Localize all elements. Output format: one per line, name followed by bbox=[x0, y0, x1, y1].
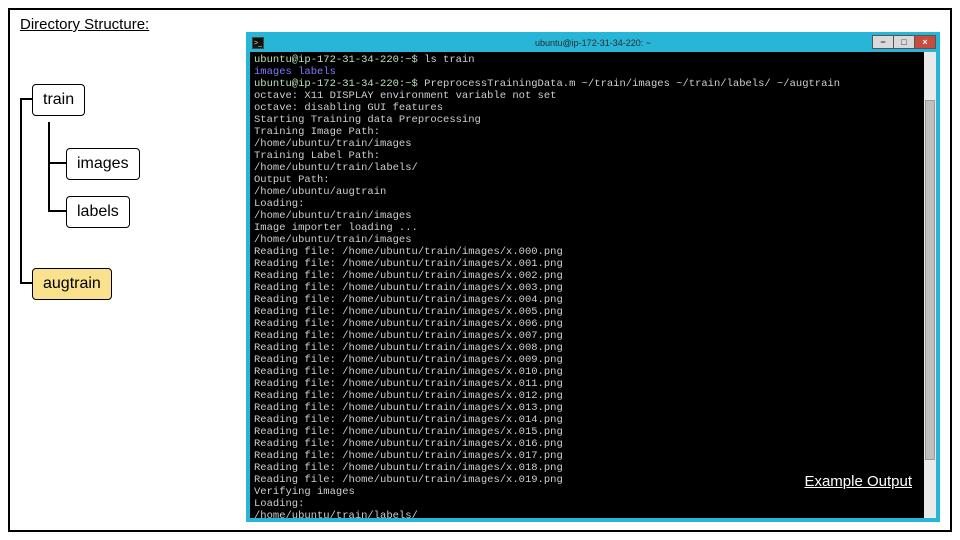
terminal-line: Reading file: /home/ubuntu/train/images/… bbox=[254, 378, 920, 390]
close-button[interactable]: × bbox=[914, 35, 936, 49]
diagram-frame: Directory Structure: train images labels… bbox=[8, 8, 952, 532]
terminal-line: Reading file: /home/ubuntu/train/images/… bbox=[254, 438, 920, 450]
terminal-line: Loading: bbox=[254, 498, 920, 510]
terminal-title: ubuntu@ip-172-31-34-220: ~ bbox=[248, 38, 938, 48]
tree-connector bbox=[48, 162, 66, 164]
terminal-line: Loading: bbox=[254, 198, 920, 210]
terminal-line: /home/ubuntu/train/labels/ bbox=[254, 510, 920, 518]
shell-prompt: ubuntu@ip-172-31-34-220:~$ bbox=[254, 54, 418, 66]
terminal-line: /home/ubuntu/train/labels/ bbox=[254, 162, 920, 174]
terminal-line: Reading file: /home/ubuntu/train/images/… bbox=[254, 354, 920, 366]
terminal-line: Reading file: /home/ubuntu/train/images/… bbox=[254, 342, 920, 354]
shell-command: PreprocessTrainingData.m ~/train/images … bbox=[424, 78, 840, 90]
terminal-line: /home/ubuntu/train/images bbox=[254, 210, 920, 222]
folder-node-labels: labels bbox=[66, 196, 130, 228]
terminal-line: /home/ubuntu/augtrain bbox=[254, 186, 920, 198]
maximize-button[interactable]: □ bbox=[893, 35, 915, 49]
terminal-line: Reading file: /home/ubuntu/train/images/… bbox=[254, 366, 920, 378]
terminal-line: Reading file: /home/ubuntu/train/images/… bbox=[254, 426, 920, 438]
folder-node-augtrain: augtrain bbox=[32, 268, 112, 300]
terminal-line: Reading file: /home/ubuntu/train/images/… bbox=[254, 330, 920, 342]
terminal-line: Output Path: bbox=[254, 174, 920, 186]
terminal-line: Reading file: /home/ubuntu/train/images/… bbox=[254, 294, 920, 306]
terminal-body[interactable]: ubuntu@ip-172-31-34-220:~$ ls train imag… bbox=[250, 52, 924, 518]
terminal-line: Image importer loading ... bbox=[254, 222, 920, 234]
folder-node-train: train bbox=[32, 84, 85, 116]
terminal-window: >_ ubuntu@ip-172-31-34-220: ~ − □ × ubun… bbox=[246, 32, 940, 522]
tree-connector bbox=[20, 98, 22, 284]
tree-connector bbox=[20, 98, 32, 100]
terminal-line: Reading file: /home/ubuntu/train/images/… bbox=[254, 390, 920, 402]
terminal-line: Reading file: /home/ubuntu/train/images/… bbox=[254, 450, 920, 462]
terminal-line: Training Label Path: bbox=[254, 150, 920, 162]
terminal-line: Reading file: /home/ubuntu/train/images/… bbox=[254, 414, 920, 426]
shell-command: ls train bbox=[424, 54, 474, 66]
terminal-line: Reading file: /home/ubuntu/train/images/… bbox=[254, 258, 920, 270]
terminal-line: Training Image Path: bbox=[254, 126, 920, 138]
terminal-line: Starting Training data Preprocessing bbox=[254, 114, 920, 126]
tree-connector bbox=[48, 210, 66, 212]
terminal-line: /home/ubuntu/train/images bbox=[254, 234, 920, 246]
folder-node-images: images bbox=[66, 148, 140, 180]
terminal-scrollbar[interactable] bbox=[924, 52, 936, 518]
terminal-line: ubuntu@ip-172-31-34-220:~$ PreprocessTra… bbox=[254, 78, 920, 90]
terminal-line: Reading file: /home/ubuntu/train/images/… bbox=[254, 246, 920, 258]
terminal-line: octave: X11 DISPLAY environment variable… bbox=[254, 90, 920, 102]
terminal-line: Reading file: /home/ubuntu/train/images/… bbox=[254, 306, 920, 318]
terminal-line: Reading file: /home/ubuntu/train/images/… bbox=[254, 402, 920, 414]
terminal-line: Reading file: /home/ubuntu/train/images/… bbox=[254, 270, 920, 282]
terminal-titlebar[interactable]: >_ ubuntu@ip-172-31-34-220: ~ − □ × bbox=[248, 34, 938, 52]
terminal-line: /home/ubuntu/train/images bbox=[254, 138, 920, 150]
tree-connector bbox=[48, 122, 50, 210]
terminal-line: ubuntu@ip-172-31-34-220:~$ ls train bbox=[254, 54, 920, 66]
section-title: Directory Structure: bbox=[20, 16, 149, 33]
terminal-line: Reading file: /home/ubuntu/train/images/… bbox=[254, 282, 920, 294]
terminal-line: images labels bbox=[254, 66, 920, 78]
terminal-line: octave: disabling GUI features bbox=[254, 102, 920, 114]
minimize-button[interactable]: − bbox=[872, 35, 894, 49]
shell-prompt: ubuntu@ip-172-31-34-220:~$ bbox=[254, 78, 418, 90]
tree-connector bbox=[20, 282, 32, 284]
scrollbar-thumb[interactable] bbox=[925, 100, 935, 460]
example-output-label: Example Output bbox=[804, 476, 912, 488]
terminal-line: Reading file: /home/ubuntu/train/images/… bbox=[254, 318, 920, 330]
